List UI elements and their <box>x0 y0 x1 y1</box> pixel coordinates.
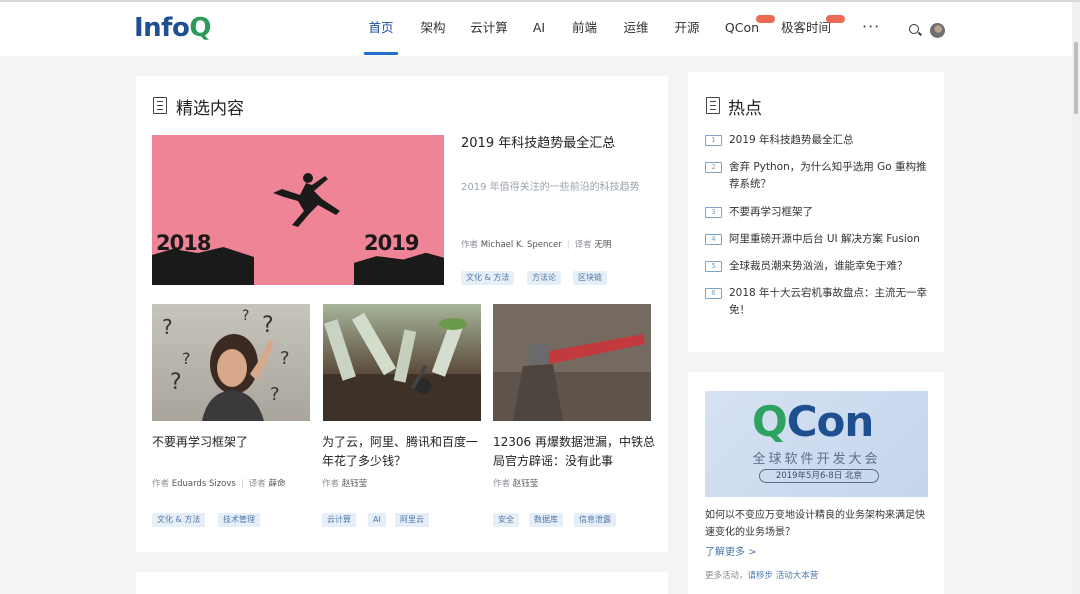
nav-opensource[interactable]: 开源 <box>661 2 713 56</box>
svg-text:?: ? <box>170 370 182 395</box>
article-3-tag[interactable]: 信息泄露 <box>574 513 616 527</box>
main-article-title[interactable]: 2019 年科技趋势最全汇总 <box>461 132 615 151</box>
rock-right <box>354 252 444 285</box>
main-article-translator[interactable]: 无明 <box>594 240 611 250</box>
page-scrollbar[interactable] <box>1072 2 1080 594</box>
qcon-date: 2019年5月6-8日 北京 <box>759 469 879 483</box>
article-1-meta: 作者 Eduards Sizovs | 译者 薛命 <box>152 479 286 489</box>
nav-geektime[interactable]: 极客时间 <box>771 2 845 56</box>
svg-text:?: ? <box>182 349 191 368</box>
qcon-more-events: 更多活动，请移步 活动大本营 <box>705 571 819 581</box>
user-avatar[interactable] <box>930 23 945 38</box>
article-2-tag[interactable]: AI <box>368 513 386 527</box>
main-tag[interactable]: 区块链 <box>573 271 607 285</box>
more-menu-icon[interactable]: ··· <box>862 17 880 36</box>
nav-frontend[interactable]: 前端 <box>558 2 611 56</box>
article-1-image[interactable]: ? ? ? ? ? ? ? <box>152 304 310 421</box>
article-1-author[interactable]: Eduards Sizovs <box>172 479 236 489</box>
qcon-description[interactable]: 如何以不变应万变地设计精良的业务架构来满足快速变化的业务场景？ <box>705 507 931 541</box>
nav-ops[interactable]: 运维 <box>611 2 661 56</box>
image-year-left: 2018 <box>156 231 211 255</box>
main-article-image[interactable]: 2018 2019 <box>152 135 444 285</box>
jumper-silhouette-icon <box>273 173 340 227</box>
article-2-tag[interactable]: 阿里云 <box>395 513 429 527</box>
qcon-subtitle: 全球软件开发大会 <box>752 452 881 467</box>
money-plants-illustration <box>323 312 481 421</box>
svg-text:?: ? <box>280 348 290 369</box>
qcon-banner[interactable]: QCon 全球软件开发大会 2019年5月6-8日 北京 <box>705 391 928 497</box>
nav-ai[interactable]: AI <box>520 2 558 56</box>
article-3-tag[interactable]: 安全 <box>493 513 519 527</box>
article-2-meta: 作者 赵钰莹 <box>322 479 368 489</box>
article-3-image[interactable] <box>493 304 651 421</box>
featured-section-title: 精选内容 <box>176 99 244 119</box>
article-1-title[interactable]: 不要再学习框架了 <box>152 433 314 452</box>
main-article-subtitle: 2019 年值得关注的一些前沿的科技趋势 <box>461 182 640 193</box>
article-2-title[interactable]: 为了云，阿里、腾讯和百度一年花了多少钱？ <box>322 433 484 471</box>
hot-list-icon <box>706 97 720 114</box>
search-icon[interactable] <box>909 24 919 34</box>
qcon-learn-more-link[interactable]: 了解更多 > <box>705 543 757 558</box>
main-tag[interactable]: 文化 & 方法 <box>461 271 515 285</box>
article-3-meta: 作者 赵钰莹 <box>493 479 539 489</box>
article-1-translator[interactable]: 薛命 <box>268 479 285 489</box>
article-1-tag[interactable]: 文化 & 方法 <box>152 513 206 527</box>
svg-text:?: ? <box>162 315 173 339</box>
infoq-logo[interactable]: InfoQ <box>134 13 211 43</box>
document-icon <box>153 97 167 114</box>
article-1-tag[interactable]: 技术管理 <box>218 513 260 527</box>
nav-architecture[interactable]: 架构 <box>408 2 458 56</box>
main-article-author[interactable]: Michael K. Spencer <box>481 240 562 250</box>
article-2-image[interactable] <box>323 304 481 421</box>
main-article-meta: 作者 Michael K. Spencer | 译者 无明 <box>461 240 612 250</box>
svg-text:?: ? <box>262 313 274 338</box>
qcon-logo: QCon <box>752 397 874 446</box>
article-2-author[interactable]: 赵钰莹 <box>342 479 368 489</box>
nav-qcon[interactable]: QCon <box>713 2 775 56</box>
main-tag[interactable]: 方法论 <box>527 271 561 285</box>
site-header: InfoQ 首页 架构 云计算 AI 前端 运维 开源 QCon 极客时间 ··… <box>0 2 1080 56</box>
svg-text:?: ? <box>242 308 249 324</box>
events-link[interactable]: 请移步 活动大本营 <box>748 571 819 581</box>
scroll-thumb[interactable] <box>1074 42 1078 114</box>
thinking-woman-illustration: ? ? ? ? ? ? ? <box>162 308 290 421</box>
hot-section-title: 热点 <box>728 99 762 119</box>
broken-log-illustration <box>493 304 651 421</box>
svg-text:?: ? <box>270 384 280 405</box>
next-card <box>136 572 668 594</box>
image-year-right: 2019 <box>364 231 419 255</box>
nav-home[interactable]: 首页 <box>356 2 406 56</box>
article-2-tag[interactable]: 云计算 <box>322 513 356 527</box>
article-3-tag[interactable]: 数据库 <box>529 513 563 527</box>
article-3-author[interactable]: 赵钰莹 <box>513 479 539 489</box>
main-nav: 首页 架构 云计算 AI 前端 运维 开源 QCon 极客时间 <box>356 2 845 56</box>
nav-cloud[interactable]: 云计算 <box>458 2 520 56</box>
nav-geektime-badge <box>826 15 845 23</box>
article-3-title[interactable]: 12306 再爆数据泄漏，中铁总局官方辟谣：没有此事 <box>493 433 655 471</box>
